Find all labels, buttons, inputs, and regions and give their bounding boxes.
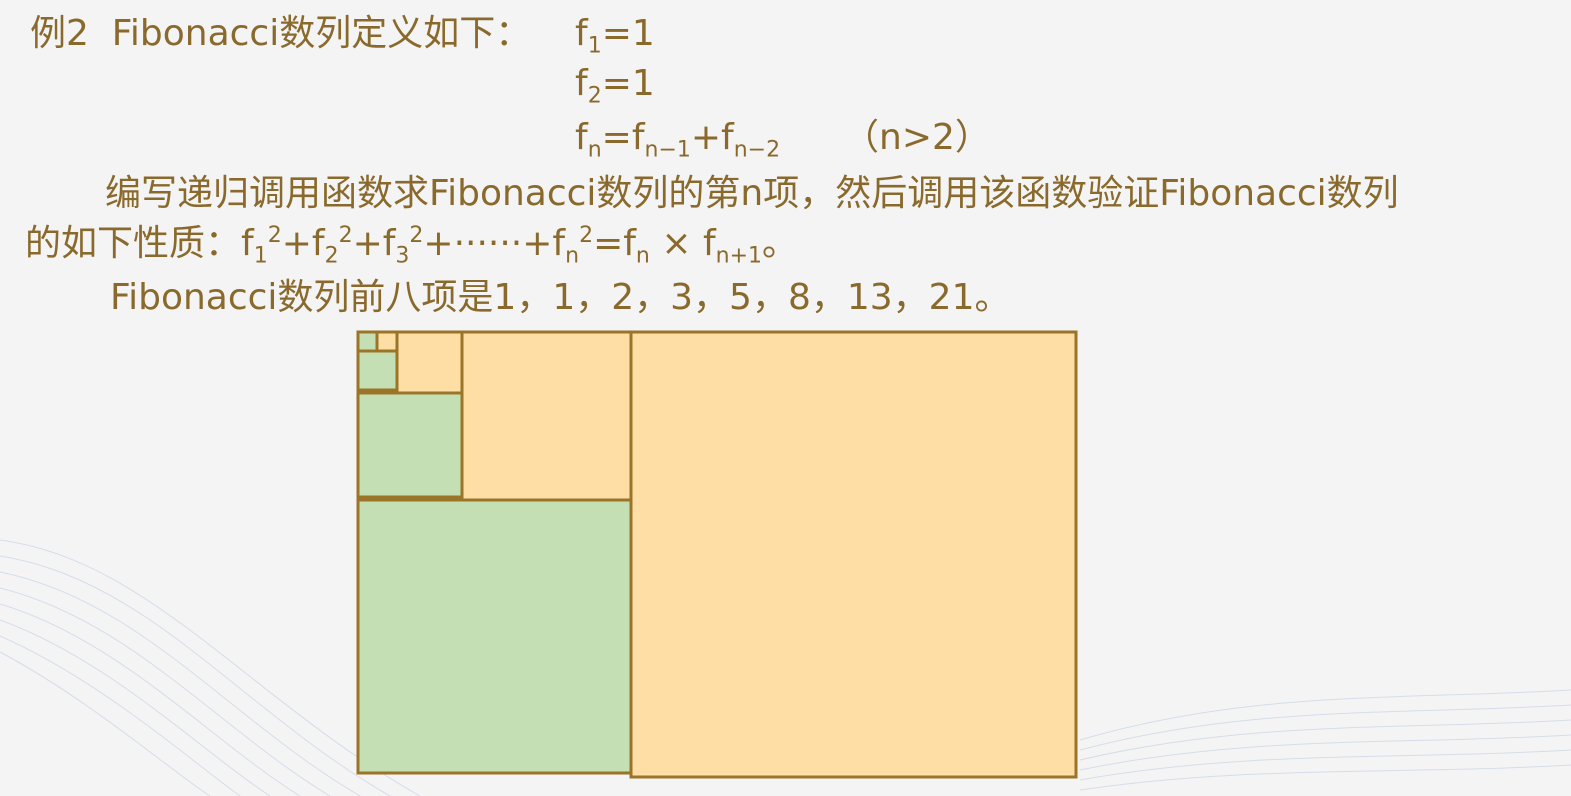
fibonacci-square-6: [460, 330, 633, 503]
fibonacci-square-7: [356, 498, 633, 775]
fibonacci-square-4: [395, 330, 464, 399]
fibonacci-square-1: [356, 330, 379, 353]
fibonacci-square-8: [629, 330, 1078, 779]
fibonacci-square-3: [356, 349, 399, 392]
fibonacci-square-5: [356, 391, 464, 499]
fibonacci-square-2: [375, 330, 399, 354]
fibonacci-squares-figure: [356, 330, 1078, 779]
